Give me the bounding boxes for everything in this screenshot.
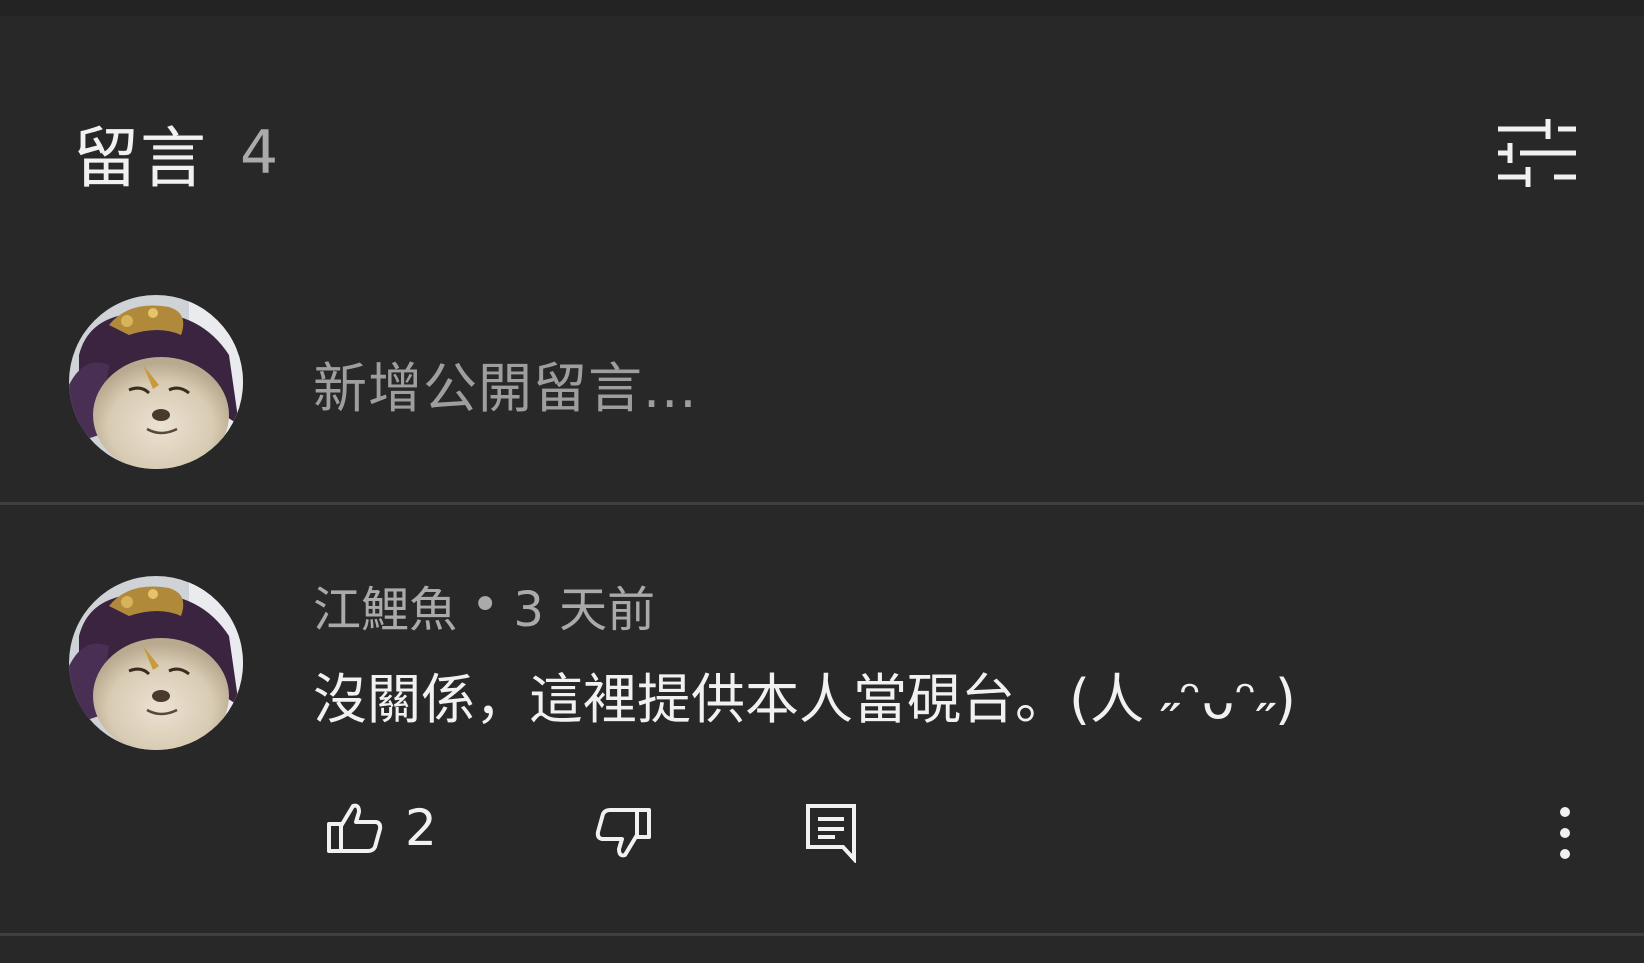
comments-count: 4 xyxy=(240,118,279,188)
comments-panel: 留言 4 新增公開留言... 江鯉魚 • 3 天前 沒關係，這裡提供本人當硯台。… xyxy=(0,0,1644,963)
like-button[interactable] xyxy=(310,790,400,866)
reply-icon xyxy=(806,804,856,863)
comment-meta: 江鯉魚 • 3 天前 xyxy=(313,572,655,638)
divider xyxy=(0,933,1644,936)
dislike-button[interactable] xyxy=(578,795,668,871)
user-avatar[interactable] xyxy=(69,295,243,469)
comment-text: 沒關係，這裡提供本人當硯台。(人 ˶ᵔᴗᵔ˶) xyxy=(313,667,1296,731)
comment-author-avatar[interactable] xyxy=(69,576,243,750)
add-comment-input[interactable]: 新增公開留言... xyxy=(313,345,698,421)
comments-title: 留言 xyxy=(73,120,207,197)
sliders-icon xyxy=(1498,119,1576,187)
thumbs-down-icon xyxy=(595,808,651,858)
thumbs-up-icon xyxy=(327,803,383,853)
avatar-image xyxy=(69,295,243,469)
comment-author-name[interactable]: 江鯉魚 xyxy=(313,570,457,640)
comment-timestamp: 3 天前 xyxy=(513,582,656,638)
meta-separator: • xyxy=(471,577,500,633)
sort-filter-button[interactable] xyxy=(1488,110,1586,196)
more-options-button[interactable] xyxy=(1540,790,1590,876)
more-vertical-icon xyxy=(1560,807,1570,859)
like-count: 2 xyxy=(405,799,437,857)
divider xyxy=(0,502,1644,505)
avatar-image xyxy=(69,576,243,750)
reply-button[interactable] xyxy=(786,795,876,871)
top-band xyxy=(0,0,1644,16)
